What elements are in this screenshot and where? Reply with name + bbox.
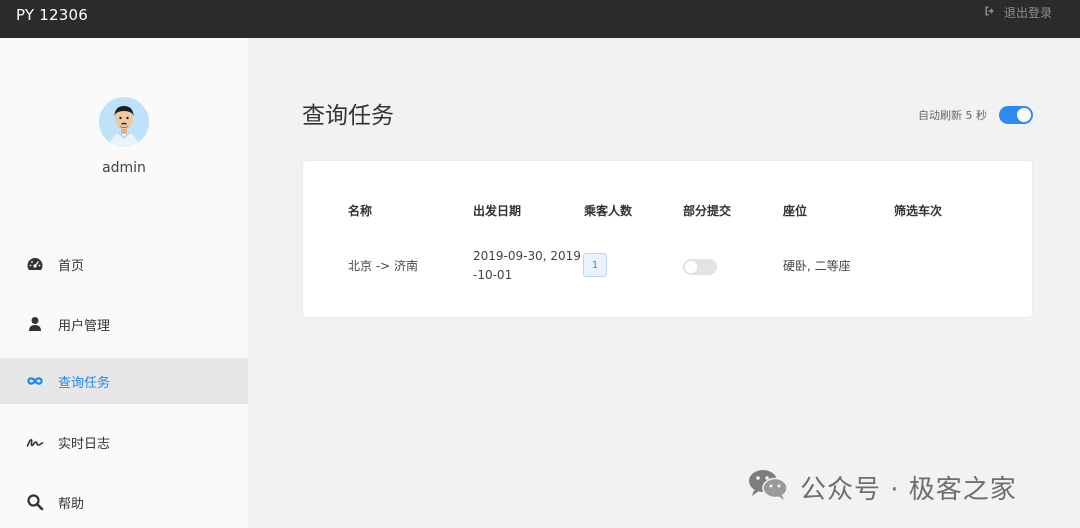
infinity-icon [26, 372, 44, 390]
sidebar-item-label: 用户管理 [58, 318, 111, 334]
row-date-line2: -10-01 [473, 268, 513, 282]
user-icon [26, 315, 44, 333]
page-title: 查询任务 [302, 103, 394, 129]
table-header-train-filter: 筛选车次 [894, 204, 943, 218]
row-seats: 硬卧, 二等座 [783, 259, 851, 273]
table-header-partial-submit: 部分提交 [683, 204, 732, 218]
username: admin [102, 160, 146, 176]
sign-out-icon [984, 5, 996, 20]
avatar [99, 97, 149, 147]
sidebar-item-label: 查询任务 [58, 375, 111, 391]
top-bar: PY 12306 退出登录 [0, 0, 1080, 38]
table-header-name: 名称 [348, 204, 373, 218]
watermark-text: 公众号 · 极客之家 [800, 475, 1017, 505]
logout-button[interactable]: 退出登录 [984, 4, 1052, 21]
app-title: PY 12306 [16, 6, 88, 24]
signature-icon [26, 433, 44, 451]
table-header-seats: 座位 [783, 204, 808, 218]
auto-refresh-control: 自动刷新 5 秒 [918, 106, 1033, 124]
row-date-line1: 2019-09-30, 2019 [473, 249, 581, 263]
sidebar-item-label: 帮助 [58, 496, 85, 512]
sidebar-item-label: 首页 [58, 258, 85, 274]
row-name: 北京 -> 济南 [348, 259, 419, 273]
partial-submit-toggle[interactable] [683, 259, 717, 275]
sidebar-item-realtime-logs[interactable]: 实时日志 [0, 419, 248, 465]
search-icon [26, 493, 44, 511]
wechat-icon [746, 466, 790, 509]
sidebar: admin 首页 用户管理 查询任务 实时日志 帮助 [0, 38, 248, 528]
dashboard-icon [26, 255, 44, 273]
sidebar-item-query-tasks[interactable]: 查询任务 [0, 358, 248, 404]
auto-refresh-label: 自动刷新 5 秒 [918, 109, 987, 122]
watermark: 公众号 · 极客之家 [746, 466, 1017, 509]
task-table-card: 名称 出发日期 乘客人数 部分提交 座位 筛选车次 北京 -> 济南 2019-… [302, 160, 1033, 318]
auto-refresh-toggle[interactable] [999, 106, 1033, 124]
table-header-passengers: 乘客人数 [584, 204, 633, 218]
table-header-date: 出发日期 [473, 204, 522, 218]
sidebar-item-label: 实时日志 [58, 436, 111, 452]
sidebar-item-users[interactable]: 用户管理 [0, 301, 248, 347]
logout-label: 退出登录 [1003, 6, 1052, 20]
sidebar-item-home[interactable]: 首页 [0, 241, 248, 287]
passenger-count-badge: 1 [583, 253, 607, 277]
sidebar-item-help[interactable]: 帮助 [0, 479, 248, 525]
